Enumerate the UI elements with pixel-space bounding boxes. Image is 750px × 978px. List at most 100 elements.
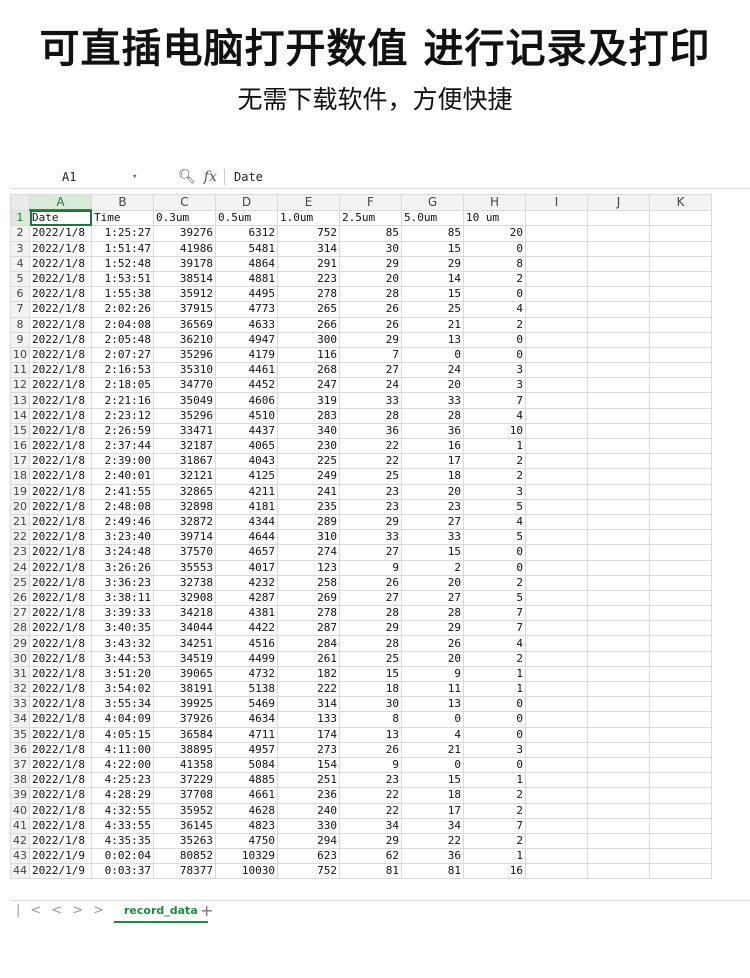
- cell[interactable]: 4823: [215, 817, 278, 834]
- cell[interactable]: 29: [339, 832, 402, 850]
- cell[interactable]: 300: [277, 331, 340, 348]
- sheet-tab-record-data[interactable]: record_data: [114, 901, 208, 923]
- cell[interactable]: [525, 346, 588, 364]
- cell[interactable]: [525, 711, 588, 728]
- cell[interactable]: [649, 787, 712, 804]
- cell[interactable]: 26: [339, 741, 402, 758]
- cell[interactable]: 266: [277, 316, 340, 333]
- cell[interactable]: 240: [277, 802, 340, 819]
- cell[interactable]: [587, 513, 650, 531]
- cell[interactable]: [525, 362, 588, 379]
- cell[interactable]: 3:54:02: [91, 680, 154, 698]
- cell[interactable]: 36584: [153, 726, 216, 743]
- cell[interactable]: 35912: [153, 286, 216, 303]
- cell[interactable]: [525, 316, 588, 333]
- cell[interactable]: [525, 832, 588, 850]
- cell[interactable]: 2022/1/8: [29, 513, 92, 531]
- sheet-nav-arrow-icon[interactable]: |<: [16, 903, 51, 918]
- cell[interactable]: [525, 772, 588, 789]
- cell[interactable]: 2022/1/8: [29, 301, 92, 318]
- cell[interactable]: 2022/1/8: [29, 346, 92, 364]
- cell[interactable]: 32121: [153, 468, 216, 485]
- cell[interactable]: [649, 772, 712, 789]
- cell[interactable]: 39178: [153, 255, 216, 272]
- formula-content[interactable]: Date: [234, 166, 263, 188]
- cell[interactable]: 2:40:01: [91, 468, 154, 485]
- cell[interactable]: 1: [463, 848, 526, 865]
- cell[interactable]: [587, 392, 650, 409]
- cell[interactable]: 28: [339, 286, 402, 303]
- cell[interactable]: [525, 483, 588, 500]
- cell[interactable]: [649, 331, 712, 348]
- cell[interactable]: 2022/1/8: [29, 817, 92, 834]
- cell[interactable]: 4732: [215, 665, 278, 683]
- cell[interactable]: [525, 665, 588, 683]
- cell[interactable]: 289: [277, 513, 340, 531]
- cell[interactable]: [649, 848, 712, 865]
- cell[interactable]: 3:40:35: [91, 620, 154, 637]
- cell[interactable]: 4644: [215, 529, 278, 546]
- cell[interactable]: 4:05:15: [91, 726, 154, 743]
- row-header[interactable]: 42: [10, 832, 30, 850]
- column-header-b[interactable]: B: [91, 194, 154, 211]
- cell[interactable]: 23: [339, 498, 402, 515]
- cell[interactable]: 2022/1/8: [29, 711, 92, 728]
- cell[interactable]: [587, 741, 650, 758]
- cell[interactable]: 235: [277, 498, 340, 515]
- cell[interactable]: 38191: [153, 680, 216, 698]
- cell[interactable]: 26: [401, 635, 464, 652]
- row-header[interactable]: 16: [10, 437, 30, 455]
- row-header[interactable]: 30: [10, 650, 30, 667]
- cell[interactable]: 34218: [153, 605, 216, 622]
- cell[interactable]: 174: [277, 726, 340, 743]
- row-header[interactable]: 12: [10, 377, 30, 394]
- cell[interactable]: [649, 832, 712, 850]
- cell[interactable]: 4885: [215, 772, 278, 789]
- cell[interactable]: [587, 529, 650, 546]
- cell[interactable]: 23: [401, 498, 464, 515]
- cell[interactable]: 16: [463, 863, 526, 880]
- cell[interactable]: [525, 331, 588, 348]
- cell[interactable]: 283: [277, 407, 340, 424]
- cell[interactable]: 3:36:23: [91, 574, 154, 591]
- row-header[interactable]: 8: [10, 316, 30, 333]
- cell[interactable]: [649, 680, 712, 698]
- cell[interactable]: [649, 756, 712, 774]
- row-header[interactable]: 29: [10, 635, 30, 652]
- cell[interactable]: 2: [463, 316, 526, 333]
- cell[interactable]: 15: [401, 772, 464, 789]
- cell[interactable]: 4211: [215, 483, 278, 500]
- cell[interactable]: 20: [463, 225, 526, 242]
- cell[interactable]: 5: [463, 529, 526, 546]
- cell[interactable]: 2: [463, 787, 526, 804]
- cell[interactable]: 4065: [215, 437, 278, 455]
- cell[interactable]: 9: [339, 559, 402, 576]
- cell[interactable]: 1.0um: [277, 209, 340, 227]
- cell[interactable]: 0: [401, 756, 464, 774]
- cell[interactable]: [525, 301, 588, 318]
- cell[interactable]: 39065: [153, 665, 216, 683]
- cell[interactable]: [587, 331, 650, 348]
- cell[interactable]: 2022/1/8: [29, 240, 92, 257]
- cell[interactable]: 2:18:05: [91, 377, 154, 394]
- cell[interactable]: 35553: [153, 559, 216, 576]
- cell[interactable]: 28: [401, 605, 464, 622]
- cell[interactable]: [649, 255, 712, 272]
- cell[interactable]: [525, 407, 588, 424]
- cell[interactable]: 7: [463, 392, 526, 409]
- cell[interactable]: 4422: [215, 620, 278, 637]
- cell[interactable]: 2: [463, 468, 526, 485]
- cell[interactable]: 247: [277, 377, 340, 394]
- cell[interactable]: 35310: [153, 362, 216, 379]
- cell[interactable]: 2022/1/8: [29, 696, 92, 713]
- cell[interactable]: 27: [339, 589, 402, 607]
- cell[interactable]: 35263: [153, 832, 216, 850]
- cell[interactable]: 32865: [153, 483, 216, 500]
- cell[interactable]: 4495: [215, 286, 278, 303]
- cell[interactable]: [525, 817, 588, 834]
- cell[interactable]: 123: [277, 559, 340, 576]
- cell[interactable]: [587, 802, 650, 819]
- cell[interactable]: [649, 498, 712, 515]
- column-header-g[interactable]: G: [401, 194, 464, 211]
- cell[interactable]: 4381: [215, 605, 278, 622]
